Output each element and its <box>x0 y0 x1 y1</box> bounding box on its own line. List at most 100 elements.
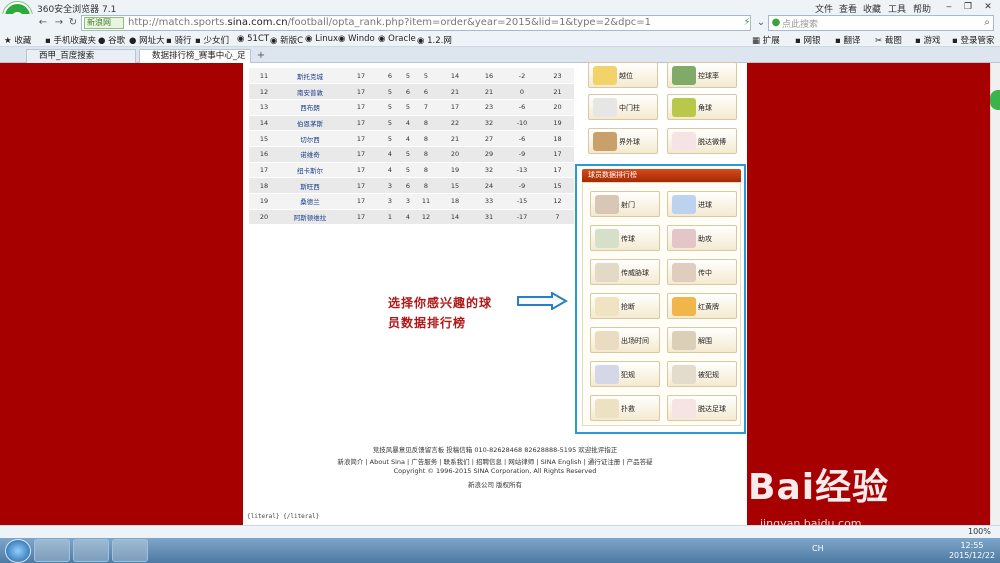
scrollbar[interactable] <box>990 63 1000 525</box>
player-rank-button[interactable]: 射门 <box>590 191 660 217</box>
button-label: 传威胁球 <box>621 269 649 277</box>
start-button[interactable] <box>5 539 31 563</box>
lightning-icon[interactable]: ⚡ <box>740 16 754 30</box>
player-rank-button[interactable]: 抢断 <box>590 293 660 319</box>
cross-icon <box>672 263 696 282</box>
extensions-button[interactable]: ▦ 扩展 <box>752 34 780 46</box>
back-icon[interactable]: ← <box>36 16 50 30</box>
team-name-cell[interactable]: 阿斯顿维拉 <box>279 209 341 226</box>
ebank-button[interactable]: ▪ 网银 <box>795 34 820 46</box>
player-rank-button[interactable]: 犯规 <box>590 361 660 387</box>
table-cell: 17 <box>341 130 381 147</box>
player-rank-button[interactable]: 被犯规 <box>667 361 737 387</box>
team-name-cell[interactable]: 斯旺西 <box>279 177 341 194</box>
search-icon[interactable]: ⌕ <box>980 16 994 30</box>
system-tray[interactable]: CH <box>812 544 824 553</box>
new-tab-icon[interactable]: + <box>254 49 268 63</box>
taskbar-word-icon[interactable] <box>112 539 148 562</box>
team-name-cell[interactable]: 桑德兰 <box>279 193 341 210</box>
table-row: 19 桑德兰 17 3 3 11 18 33 -15 12 <box>249 193 574 210</box>
toolbar-label: 登录管家 <box>960 36 995 46</box>
button-label: 出场时间 <box>621 337 649 345</box>
screenshot-button[interactable]: ✂ 截图 <box>875 34 902 46</box>
table-cell: -2 <box>503 68 541 85</box>
login-manager-button[interactable]: ▪ 登录管家 <box>952 34 994 46</box>
taskbar-browser-icon[interactable] <box>34 539 70 562</box>
team-name-cell[interactable]: 南安普敦 <box>279 83 341 100</box>
table-cell: 24 <box>475 177 503 194</box>
table-row: 13 西布朗 17 5 5 7 17 23 -6 20 <box>249 99 574 116</box>
button-label: 传球 <box>621 235 635 243</box>
translate-button[interactable]: ▪ 翻译 <box>835 34 860 46</box>
table-cell: 17 <box>341 146 381 163</box>
bookmark-favorites[interactable]: ★ 收藏 <box>4 34 31 46</box>
floating-widget-icon[interactable] <box>990 90 1000 110</box>
table-cell: 20 <box>435 146 475 163</box>
team-name-cell[interactable]: 西布朗 <box>279 99 341 116</box>
team-name-cell[interactable]: 纽卡斯尔 <box>279 162 341 179</box>
button-label: 射门 <box>621 201 635 209</box>
games-button[interactable]: ▪ 游戏 <box>915 34 940 46</box>
bookmark-riding[interactable]: ▪ 骑行 <box>166 34 191 46</box>
zoom-level[interactable]: 100% <box>968 527 991 536</box>
rank-weibo-button[interactable]: 脱达微博 <box>667 128 737 154</box>
table-cell: -9 <box>503 146 541 163</box>
search-engine-icon[interactable]: ● <box>769 16 783 30</box>
table-cell: 15 <box>541 177 574 194</box>
chevron-down-icon[interactable]: ⌄ <box>754 16 768 30</box>
rank-post-button[interactable]: 中门柱 <box>588 94 658 120</box>
restore-icon[interactable]: ❐ <box>961 1 975 13</box>
button-label: 脱达足球 <box>698 405 726 413</box>
player-rank-button[interactable]: 传中 <box>667 259 737 285</box>
player-rank-button[interactable]: 进球 <box>667 191 737 217</box>
bookmark-sites[interactable]: ● 网址大 <box>129 34 165 46</box>
tab-baidu[interactable]: 西甲_百度搜索 <box>26 49 136 63</box>
bookmark-newc[interactable]: ◉ 新版C <box>270 34 303 46</box>
table-cell: 8 <box>417 146 435 163</box>
bookmark-windows[interactable]: ◉ Windo <box>338 34 375 44</box>
team-name-cell[interactable]: 切尔西 <box>279 130 341 147</box>
minimize-icon[interactable]: ‒ <box>942 1 956 13</box>
team-name-cell[interactable]: 诺维奇 <box>279 146 341 163</box>
toolbar-label: 翻译 <box>843 36 861 46</box>
forward-icon[interactable]: → <box>52 16 66 30</box>
rank-throwin-button[interactable]: 界外球 <box>588 128 658 154</box>
player-rank-button[interactable]: 助攻 <box>667 225 737 251</box>
team-name-cell[interactable]: 斯托克城 <box>279 68 341 85</box>
footer-links[interactable]: 新浪简介 | About Sina | 广告服务 | 联系我们 | 招聘信息 |… <box>243 456 747 466</box>
table-cell: 6 <box>399 83 417 100</box>
player-rank-button[interactable]: 传威胁球 <box>590 259 660 285</box>
player-rank-button[interactable]: 解围 <box>667 327 737 353</box>
input-language[interactable]: CH <box>812 544 824 553</box>
rank-corner-button[interactable]: 角球 <box>667 94 737 120</box>
url-text[interactable]: http://match.sports.sina.com.cn/football… <box>128 17 651 28</box>
rank-possession-button[interactable]: 控球率 <box>667 62 737 88</box>
table-row: 11 斯托克城 17 6 5 5 14 16 -2 23 <box>249 68 574 85</box>
table-cell: 29 <box>475 146 503 163</box>
close-icon[interactable]: ✕ <box>981 1 995 13</box>
bookmark-linux[interactable]: ◉ Linux <box>305 34 338 44</box>
refresh-icon[interactable]: ↻ <box>66 16 80 30</box>
footer-company: 新浪公司 版权所有 <box>467 481 523 489</box>
tab-sina-rank[interactable]: 数据排行榜_赛事中心_足 <box>139 49 251 63</box>
rank-offside-button[interactable]: 越位 <box>588 62 658 88</box>
taskbar-explorer-icon[interactable] <box>73 539 109 562</box>
player-rank-button[interactable]: 传球 <box>590 225 660 251</box>
player-rank-button[interactable]: 出场时间 <box>590 327 660 353</box>
player-rank-button[interactable]: 脱达足球 <box>667 395 737 421</box>
player-rank-button[interactable]: 红黄牌 <box>667 293 737 319</box>
bookmark-google[interactable]: ● 谷歌 <box>98 34 125 46</box>
table-cell: 17 <box>435 99 475 116</box>
table-cell: 16 <box>249 146 279 163</box>
player-rank-button[interactable]: 扑救 <box>590 395 660 421</box>
bookmark-mobile[interactable]: ▪ 手机收藏夹 <box>45 34 96 46</box>
footer-feedback[interactable]: 竞技风暴意见反馈留言板 投稿信箱 010-82628468 82628888-5… <box>243 444 747 454</box>
team-name-cell[interactable]: 伯恩茅斯 <box>279 115 341 132</box>
button-label: 进球 <box>698 201 712 209</box>
bookmark-oracle[interactable]: ◉ Oracle <box>378 34 416 44</box>
bookmark-girls[interactable]: ▪ 少女们 <box>195 34 229 46</box>
bookmark-12[interactable]: ◉ 1.2.网 <box>417 34 452 46</box>
bookmark-label: 51CT <box>247 34 270 44</box>
bookmark-51cto[interactable]: ◉ 51CT <box>237 34 269 44</box>
clock[interactable]: 12:55 2015/12/22 <box>947 541 997 561</box>
